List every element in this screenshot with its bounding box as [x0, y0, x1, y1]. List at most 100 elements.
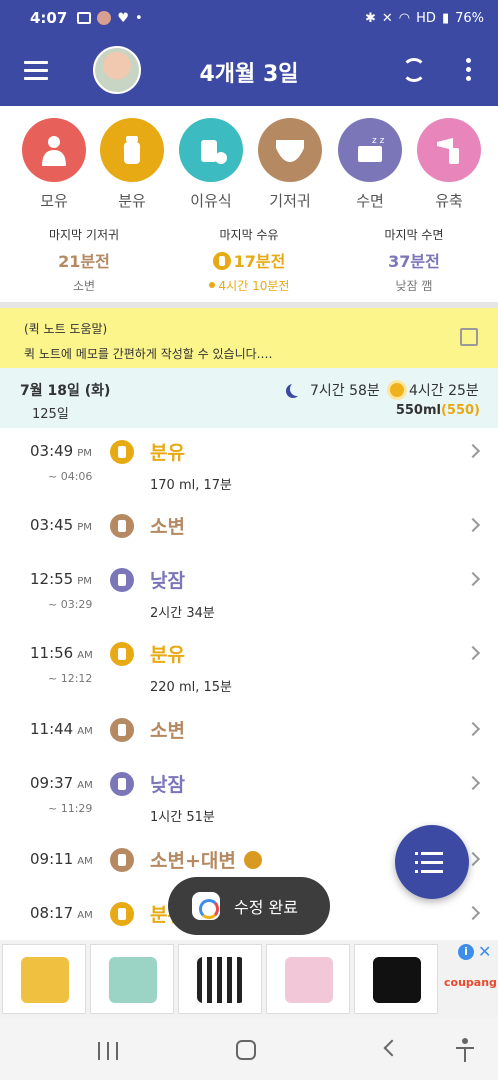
category-label: 기저귀: [269, 192, 311, 210]
diaper-icon: [258, 118, 322, 182]
entry-ampm: AM: [77, 726, 93, 737]
bottle-icon: [110, 902, 134, 926]
category-breast-pump[interactable]: 유축: [417, 118, 481, 211]
entry-time: 09:37: [30, 774, 74, 792]
timeline-row[interactable]: 11:44 AM 소변: [0, 716, 498, 776]
timeline-row[interactable]: 12:55 PM ~ 03:29 낮잠 2시간 34분: [0, 566, 498, 626]
status-bar: 4:07 ♥ • ✱ ✕ ◠ HD ▮ 76%: [0, 0, 498, 36]
sync-icon[interactable]: [402, 58, 426, 82]
day-date: 7월 18일 (화): [20, 383, 111, 399]
timeline-row[interactable]: 11:56 AM ~ 12:12 분유 220 ml, 15분: [0, 640, 498, 700]
chevron-right-icon[interactable]: [465, 645, 481, 661]
bottle-icon: [110, 440, 134, 464]
ad-info-icon[interactable]: i: [458, 944, 474, 960]
sleep-icon: z z: [338, 118, 402, 182]
bag-icon: [109, 957, 157, 1003]
accessibility-icon[interactable]: [456, 1038, 474, 1062]
day-sleep-total: 4시간 25분: [409, 383, 479, 399]
entry-title: 소변: [150, 720, 185, 742]
tote-bag-icon: [197, 957, 245, 1003]
chevron-right-icon[interactable]: [465, 517, 481, 533]
diaper-icon: [110, 514, 134, 538]
volume-highlight: (550): [440, 403, 480, 418]
quick-note-body: 퀵 노트에 메모를 간편하게 작성할 수 있습니다.…: [24, 347, 273, 361]
timeline-row[interactable]: 03:49 PM ~ 04:06 분유 170 ml, 17분: [0, 438, 498, 498]
gallery-icon: [77, 12, 92, 24]
wifi-icon: ◠: [398, 10, 411, 26]
poop-icon: [243, 851, 262, 869]
dot-icon: •: [134, 10, 143, 26]
chevron-right-icon[interactable]: [465, 443, 481, 459]
edit-icon[interactable]: [460, 328, 478, 346]
toy-icon: [21, 957, 69, 1003]
entry-detail: 1시간 51분: [150, 810, 215, 825]
category-label: 이유식: [190, 192, 232, 210]
entry-end-time: ~ 04:06: [48, 470, 93, 483]
entry-title: 낮잠: [150, 570, 185, 592]
back-icon[interactable]: [383, 1039, 401, 1057]
ad-product[interactable]: [266, 944, 350, 1014]
entry-end-time: ~ 11:29: [48, 802, 93, 815]
last-diaper-summary[interactable]: 마지막 기저귀 21분전 소변: [4, 226, 164, 294]
category-diaper[interactable]: 기저귀: [258, 118, 322, 211]
home-icon[interactable]: [236, 1040, 256, 1060]
heart-icon: ♥: [117, 10, 129, 26]
ad-product[interactable]: [354, 944, 438, 1014]
sun-icon: [390, 383, 404, 397]
black-bag-icon: [373, 957, 421, 1003]
last-sleep-summary[interactable]: 마지막 수면 37분전 낮잠 깸: [334, 226, 494, 294]
toast: 수정 완료: [168, 877, 330, 935]
quick-note[interactable]: (퀵 노트 도움말) 퀵 노트에 메모를 간편하게 작성할 수 있습니다.…: [0, 308, 498, 368]
category-label: 유축: [435, 192, 463, 210]
network-label: HD: [416, 10, 436, 26]
battery-label: 76%: [455, 10, 484, 26]
chevron-right-icon[interactable]: [465, 721, 481, 737]
quick-note-title: (퀵 노트 도움말): [24, 322, 108, 336]
volume-total: 550ml: [395, 403, 441, 418]
entry-title: 소변+대변: [150, 850, 236, 872]
ad-product[interactable]: [178, 944, 262, 1014]
entry-time: 03:45: [30, 516, 74, 534]
last-feeding-summary[interactable]: 마지막 수유 17분전 4시간 10분전: [169, 226, 329, 294]
category-baby-food[interactable]: 이유식: [179, 118, 243, 211]
entry-title: 분유: [150, 644, 185, 666]
chevron-right-icon[interactable]: [465, 905, 481, 921]
entry-detail: 2시간 34분: [150, 606, 215, 621]
bottle-icon: [212, 252, 231, 270]
entry-ampm: PM: [77, 448, 92, 459]
notification-avatar-icon: [97, 11, 112, 25]
bluetooth-icon: ✱: [364, 10, 376, 26]
day-header: 7월 18일 (화) 125일 7시간 58분 4시간 25분 550ml(55…: [0, 368, 498, 428]
sleep-icon: [110, 772, 134, 796]
entry-title: 소변: [150, 516, 185, 538]
list-menu-button[interactable]: [395, 825, 469, 899]
sleep-icon: [110, 568, 134, 592]
ad-banner[interactable]: i ✕ coupang: [0, 940, 498, 1018]
recents-icon[interactable]: [98, 1042, 120, 1060]
category-label: 수면: [356, 192, 384, 210]
ad-product[interactable]: [2, 944, 86, 1014]
entry-time: 03:49: [30, 442, 74, 460]
chevron-right-icon[interactable]: [465, 571, 481, 587]
entry-ampm: PM: [77, 522, 92, 533]
timeline-row[interactable]: 03:45 PM 소변: [0, 512, 498, 572]
night-sleep-total: 7시간 58분: [310, 383, 380, 399]
timeline-row[interactable]: 09:37 AM ~ 11:29 낮잠 1시간 51분: [0, 770, 498, 830]
ad-close-icon[interactable]: ✕: [478, 942, 491, 961]
category-sleep[interactable]: z z 수면: [338, 118, 402, 211]
entry-ampm: AM: [77, 856, 93, 867]
app-bar: 4개월 3일: [0, 36, 498, 106]
entry-time: 09:11: [30, 850, 74, 868]
category-breastfeeding[interactable]: 모유: [22, 118, 86, 211]
ad-product[interactable]: [90, 944, 174, 1014]
toast-label: 수정 완료: [234, 898, 298, 917]
entry-title: 낮잠: [150, 774, 185, 796]
chevron-right-icon[interactable]: [465, 775, 481, 791]
category-label: 분유: [118, 192, 146, 210]
mute-icon: ✕: [381, 10, 393, 26]
more-icon[interactable]: [466, 58, 472, 84]
category-bottle[interactable]: 분유: [100, 118, 164, 211]
entry-ampm: AM: [77, 650, 93, 661]
dot-icon: [208, 282, 215, 288]
category-label: 모유: [40, 192, 68, 210]
